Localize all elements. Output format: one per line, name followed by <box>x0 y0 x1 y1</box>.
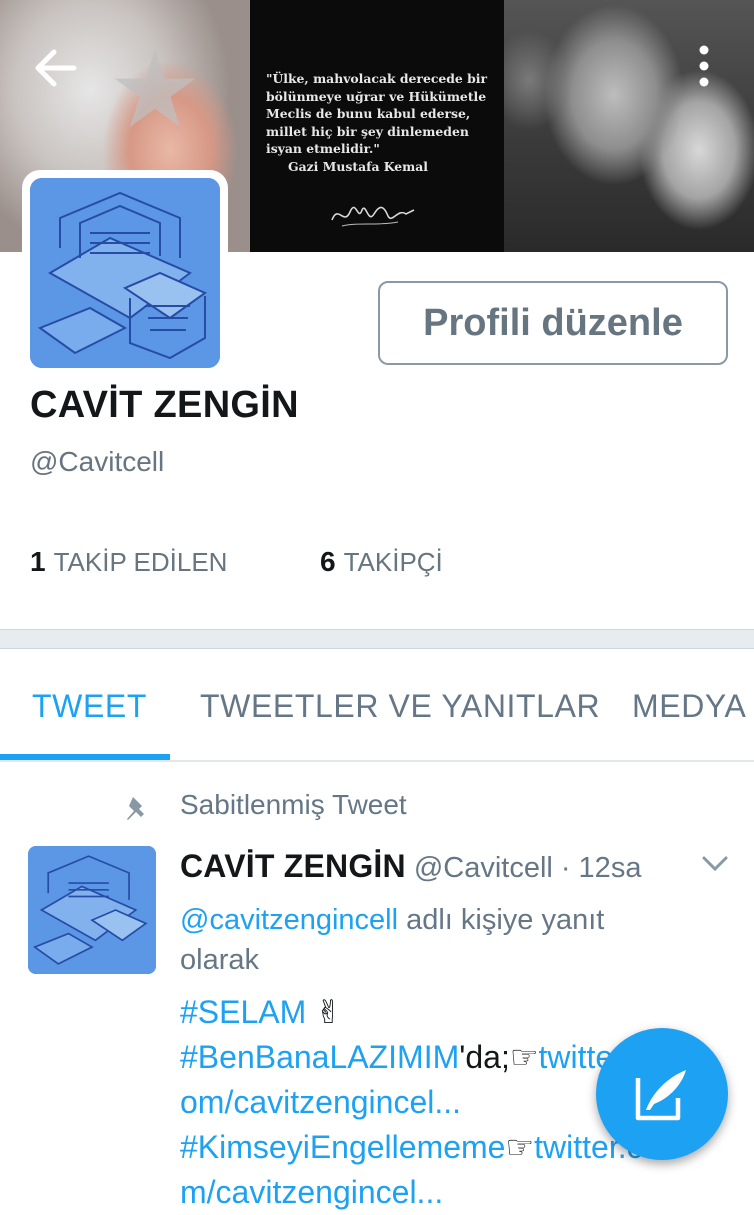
tweet-line: m/cavitzengincel... <box>180 1170 740 1215</box>
tweet-author-name[interactable]: CAVİT ZENGİN <box>180 848 406 884</box>
profile-avatar[interactable] <box>22 170 228 376</box>
profile-name: CAVİT ZENGİN <box>30 384 299 426</box>
banner-quote: "Ülke, mahvolacak derecede bir bölünmeye… <box>266 70 496 175</box>
tweet-author-avatar[interactable] <box>28 846 156 974</box>
chevron-down-icon[interactable] <box>700 852 730 876</box>
edit-profile-button[interactable]: Profili düzenle <box>378 281 728 365</box>
star-graphic <box>114 49 196 127</box>
profile-handle: @Cavitcell <box>30 446 165 477</box>
reply-context: @cavitzengincell adlı kişiye yanıt olara… <box>180 904 605 976</box>
tab-tweets-and-replies[interactable]: TWEETLER VE YANITLAR <box>200 688 600 725</box>
more-vertical-icon <box>699 45 709 87</box>
hashtag-link[interactable]: #KimseyiEngellememe <box>180 1129 505 1165</box>
tweet-time: · 12sa <box>560 852 642 884</box>
back-button[interactable] <box>28 42 84 94</box>
url-link[interactable]: om/cavitzengincel... <box>180 1084 461 1120</box>
compose-tweet-button[interactable] <box>596 1028 728 1160</box>
tweet-header: CAVİT ZENGİN @Cavitcell · 12sa <box>180 848 641 885</box>
banner-quote-panel: "Ülke, mahvolacak derecede bir bölünmeye… <box>250 0 504 252</box>
arrow-left-icon <box>35 49 77 87</box>
pinned-tweet-header: Sabitlenmiş Tweet <box>0 786 754 826</box>
avatar-image <box>30 178 220 368</box>
reply-to-link[interactable]: @cavitzengincell <box>180 904 398 936</box>
compose-tweet-icon <box>635 1070 686 1121</box>
pinned-label: Sabitlenmiş Tweet <box>180 789 407 820</box>
tab-media[interactable]: MEDYA <box>632 688 746 725</box>
more-options-button[interactable] <box>684 38 724 94</box>
active-tab-indicator <box>0 754 170 760</box>
url-link[interactable]: m/cavitzengincel... <box>180 1174 443 1210</box>
tab-tweets[interactable]: TWEET <box>32 688 147 725</box>
following-count-link[interactable]: 1 TAKİP EDİLEN <box>30 546 227 578</box>
banner-attribution: Gazi Mustafa Kemal <box>288 158 429 174</box>
section-divider <box>0 629 754 649</box>
tweet-author-handle[interactable]: @Cavitcell <box>414 852 553 884</box>
signature-graphic <box>331 206 415 227</box>
hashtag-link[interactable]: #BenBanaLAZIMIM <box>180 1039 459 1075</box>
profile-tabs: TWEET TWEETLER VE YANITLAR MEDYA <box>0 648 754 762</box>
pin-icon <box>127 797 144 820</box>
followers-count-link[interactable]: 6 TAKİPÇİ <box>320 546 443 578</box>
hashtag-link[interactable]: #SELAM <box>180 994 306 1030</box>
